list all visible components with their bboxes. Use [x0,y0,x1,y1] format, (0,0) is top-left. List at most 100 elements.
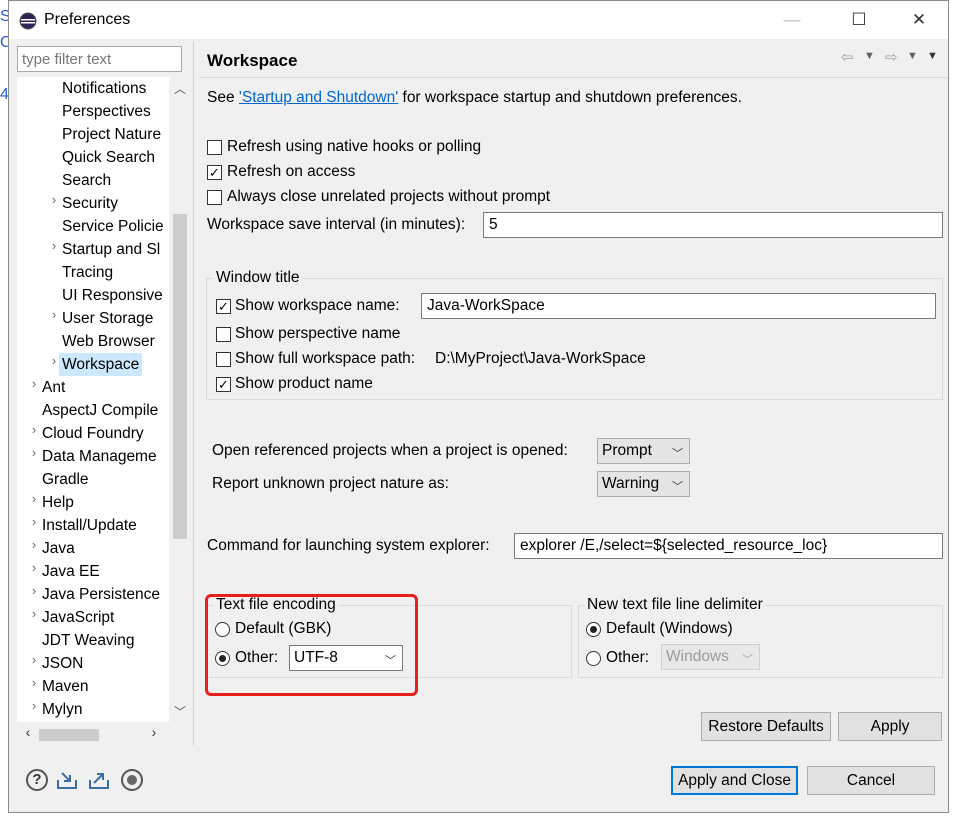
tree-hscroll-thumb[interactable] [39,729,99,741]
delimiter-other-label: Other: [606,649,650,666]
expand-chevron-icon[interactable]: › [28,445,40,468]
refresh-access-checkbox[interactable]: ✓ [207,165,222,180]
expand-chevron-icon[interactable]: › [28,376,40,399]
intro-prefix: See [207,89,239,106]
delimiter-other-radio[interactable] [586,651,601,666]
tree-item[interactable]: Help [42,491,74,514]
expand-chevron-icon[interactable]: › [28,698,40,721]
tree-item[interactable]: Java EE [42,560,100,583]
explorer-command-field[interactable]: explorer /E,/select=${selected_resource_… [514,533,943,559]
show-perspective-name-label: Show perspective name [235,325,401,342]
tree-item[interactable]: JSON [42,652,83,675]
tree-item[interactable]: Java [42,537,75,560]
unknown-nature-select[interactable]: Warning ﹀ [597,471,690,497]
open-referenced-select[interactable]: Prompt ﹀ [597,438,690,464]
tree-item[interactable]: Notifications [62,77,146,100]
refresh-native-checkbox[interactable] [207,140,222,155]
delimiter-select[interactable]: Windows ﹀ [661,644,760,670]
chevron-down-icon: ﹀ [672,481,683,493]
show-perspective-name-checkbox[interactable] [216,327,231,342]
scroll-down-icon[interactable]: ﹀ [169,703,191,719]
close-button[interactable]: ✕ [896,5,942,35]
apply-button[interactable]: Apply [838,712,942,741]
tree-item[interactable]: Mylyn [42,698,82,721]
scroll-up-icon[interactable]: ︿ [169,80,191,96]
show-workspace-name-checkbox[interactable]: ✓ [216,299,231,314]
unknown-nature-label: Report unknown project nature as: [212,475,449,492]
explorer-command-label: Command for launching system explorer: [207,537,490,554]
chevron-down-icon: ﹀ [672,448,683,460]
tree-item[interactable]: AspectJ Compile [42,399,158,422]
filter-input[interactable] [17,46,182,72]
window-title: Preferences [44,11,131,28]
tree-item[interactable]: Maven [42,675,89,698]
tree-item[interactable]: Tracing [62,261,113,284]
tree-item[interactable]: Startup and Sl [62,238,160,261]
tree-item[interactable]: Quick Search [62,146,155,169]
forward-arrow-icon[interactable]: ⇨ [885,48,898,66]
refresh-native-label: Refresh using native hooks or polling [227,138,482,155]
tree-item[interactable]: Workspace [59,353,143,376]
expand-chevron-icon[interactable]: › [48,307,60,330]
scroll-left-icon[interactable]: ‹ [21,724,35,744]
delimiter-default-label: Default (Windows) [606,620,733,637]
cancel-button[interactable]: Cancel [807,766,935,795]
tree-item[interactable]: Web Browser [62,330,155,353]
scroll-right-icon[interactable]: › [147,724,161,744]
tree-item[interactable]: Java Persistence [42,583,160,606]
apply-and-close-button[interactable]: Apply and Close [671,766,798,795]
tree-item[interactable]: Install/Update [42,514,137,537]
line-delimiter-group-label: New text file line delimiter [585,596,765,614]
maximize-button[interactable]: ☐ [836,5,882,35]
eclipse-icon [19,12,37,30]
show-full-path-label: Show full workspace path: [235,350,416,367]
delimiter-default-radio[interactable] [586,622,601,637]
tree-item[interactable]: UI Responsive [62,284,163,307]
tree-item[interactable]: Search [62,169,111,192]
tree-item[interactable]: Gradle [42,468,89,491]
tree-item[interactable]: Cloud Foundry [42,422,144,445]
expand-chevron-icon[interactable]: › [28,491,40,514]
always-close-checkbox[interactable] [207,190,222,205]
expand-chevron-icon[interactable]: › [28,537,40,560]
tree-item[interactable]: Ant [42,376,65,399]
record-icon[interactable] [121,769,143,791]
tree-item[interactable]: Service Policie [62,215,164,238]
import-icon[interactable] [56,769,78,791]
expand-chevron-icon[interactable]: › [48,238,60,261]
tree-item[interactable]: User Storage [62,307,153,330]
view-menu-icon[interactable]: ▼ [927,50,938,62]
back-menu-icon[interactable]: ▼ [864,50,875,62]
startup-shutdown-link[interactable]: 'Startup and Shutdown' [239,89,398,106]
tree-item[interactable]: Data Manageme [42,445,157,468]
expand-chevron-icon[interactable]: › [28,606,40,629]
tree-scroll-thumb[interactable] [173,214,187,539]
workspace-name-field[interactable]: Java-WorkSpace [421,293,936,319]
show-workspace-name-label: Show workspace name: [235,297,400,314]
expand-chevron-icon[interactable]: › [28,422,40,445]
line-delimiter-group [578,605,943,678]
forward-menu-icon[interactable]: ▼ [907,50,918,62]
expand-chevron-icon[interactable]: › [48,192,60,215]
show-product-name-label: Show product name [235,375,373,392]
help-icon[interactable]: ? [26,769,48,791]
minimize-button[interactable]: — [769,5,815,35]
pane-splitter[interactable] [193,41,194,745]
save-interval-field[interactable]: 5 [483,212,943,238]
expand-chevron-icon[interactable]: › [28,652,40,675]
tree-item[interactable]: JavaScript [42,606,114,629]
restore-defaults-button[interactable]: Restore Defaults [701,712,831,741]
tree-item[interactable]: Perspectives [62,100,151,123]
tree-item[interactable]: Security [62,192,118,215]
expand-chevron-icon[interactable]: › [28,560,40,583]
expand-chevron-icon[interactable]: › [28,675,40,698]
tree-item[interactable]: Project Nature [62,123,161,146]
show-full-path-checkbox[interactable] [216,352,231,367]
tree-item[interactable]: JDT Weaving [42,629,134,652]
show-product-name-checkbox[interactable]: ✓ [216,377,231,392]
preference-tree: Notifications Perspectives Project Nature Q… [17,77,191,722]
back-arrow-icon[interactable]: ⇦ [841,48,854,66]
expand-chevron-icon[interactable]: › [28,514,40,537]
export-icon[interactable] [88,769,110,791]
expand-chevron-icon[interactable]: › [28,583,40,606]
